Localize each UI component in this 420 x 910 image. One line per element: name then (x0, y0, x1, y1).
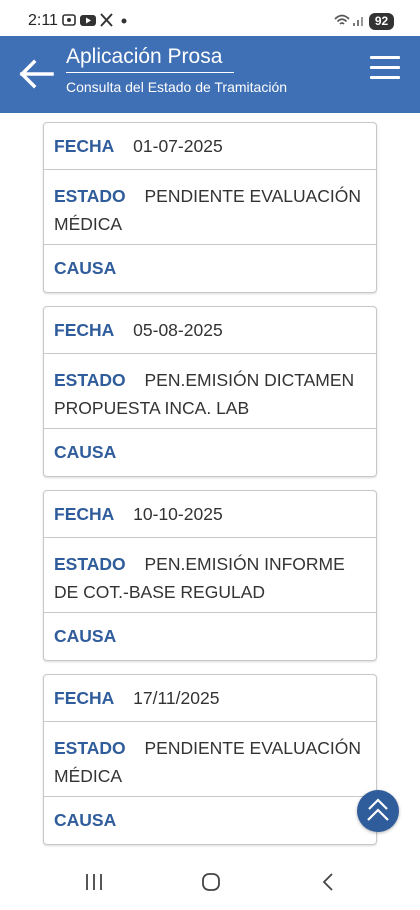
app-header: Aplicación Prosa Consulta del Estado de … (0, 36, 420, 113)
dot-icon (121, 18, 127, 24)
record-card: FECHA 01-07-2025 ESTADO PENDIENTE EVALUA… (43, 122, 377, 293)
scroll-to-top-button[interactable] (357, 790, 399, 832)
fecha-row: FECHA 01-07-2025 (44, 123, 376, 170)
fecha-row: FECHA 17/11/2025 (44, 675, 376, 722)
record-card: FECHA 05-08-2025 ESTADO PEN.EMISIÓN DICT… (43, 306, 377, 477)
causa-label: CAUSA (54, 442, 117, 462)
estado-label: ESTADO (54, 370, 126, 390)
status-time: 2:11 (28, 12, 58, 29)
fecha-value: 05-08-2025 (133, 320, 223, 340)
causa-label: CAUSA (54, 810, 117, 830)
fecha-row: FECHA 05-08-2025 (44, 307, 376, 354)
causa-row: CAUSA (44, 613, 376, 660)
battery-indicator: 92 (369, 13, 394, 30)
screen-record-icon (62, 14, 76, 26)
youtube-icon (80, 15, 96, 26)
records-list[interactable]: FECHA 01-07-2025 ESTADO PENDIENTE EVALUA… (0, 113, 420, 853)
estado-label: ESTADO (54, 554, 126, 574)
fecha-value: 17/11/2025 (133, 688, 220, 708)
estado-row: ESTADO PEN.EMISIÓN INFORME DE COT.-BASE … (44, 538, 376, 613)
fecha-value: 10-10-2025 (133, 504, 223, 524)
estado-row: ESTADO PENDIENTE EVALUACIÓN MÉDICA (44, 170, 376, 245)
causa-label: CAUSA (54, 258, 117, 278)
estado-label: ESTADO (54, 186, 126, 206)
fecha-label: FECHA (54, 504, 115, 524)
causa-label: CAUSA (54, 626, 117, 646)
fecha-label: FECHA (54, 136, 115, 156)
fecha-row: FECHA 10-10-2025 (44, 491, 376, 538)
causa-row: CAUSA (44, 797, 376, 844)
estado-row: ESTADO PENDIENTE EVALUACIÓN MÉDICA (44, 722, 376, 797)
estado-label: ESTADO (54, 738, 126, 758)
hamburger-menu-icon[interactable] (370, 56, 400, 84)
record-card: FECHA 10-10-2025 ESTADO PEN.EMISIÓN INFO… (43, 490, 377, 661)
fecha-label: FECHA (54, 320, 115, 340)
back-arrow-icon[interactable] (18, 58, 54, 90)
system-nav-bar (0, 853, 420, 910)
signal-icon (353, 17, 363, 26)
estado-row: ESTADO PEN.EMISIÓN DICTAMEN PROPUESTA IN… (44, 354, 376, 429)
back-icon[interactable] (320, 872, 336, 892)
fecha-label: FECHA (54, 688, 115, 708)
causa-row: CAUSA (44, 245, 376, 292)
chevron-up-icon (367, 798, 389, 821)
status-bar: 2:11 92 (0, 0, 420, 36)
recent-apps-icon[interactable] (84, 872, 104, 892)
app-subtitle: Consulta del Estado de Tramitación (66, 79, 288, 95)
app-title: Aplicación Prosa (66, 45, 234, 73)
home-icon[interactable] (201, 872, 221, 892)
header-titles: Aplicación Prosa Consulta del Estado de … (66, 45, 287, 95)
wifi-icon (334, 14, 350, 25)
x-icon (100, 13, 113, 27)
causa-row: CAUSA (44, 429, 376, 476)
record-card: FECHA 17/11/2025 ESTADO PENDIENTE EVALUA… (43, 674, 377, 845)
fecha-value: 01-07-2025 (133, 136, 223, 156)
